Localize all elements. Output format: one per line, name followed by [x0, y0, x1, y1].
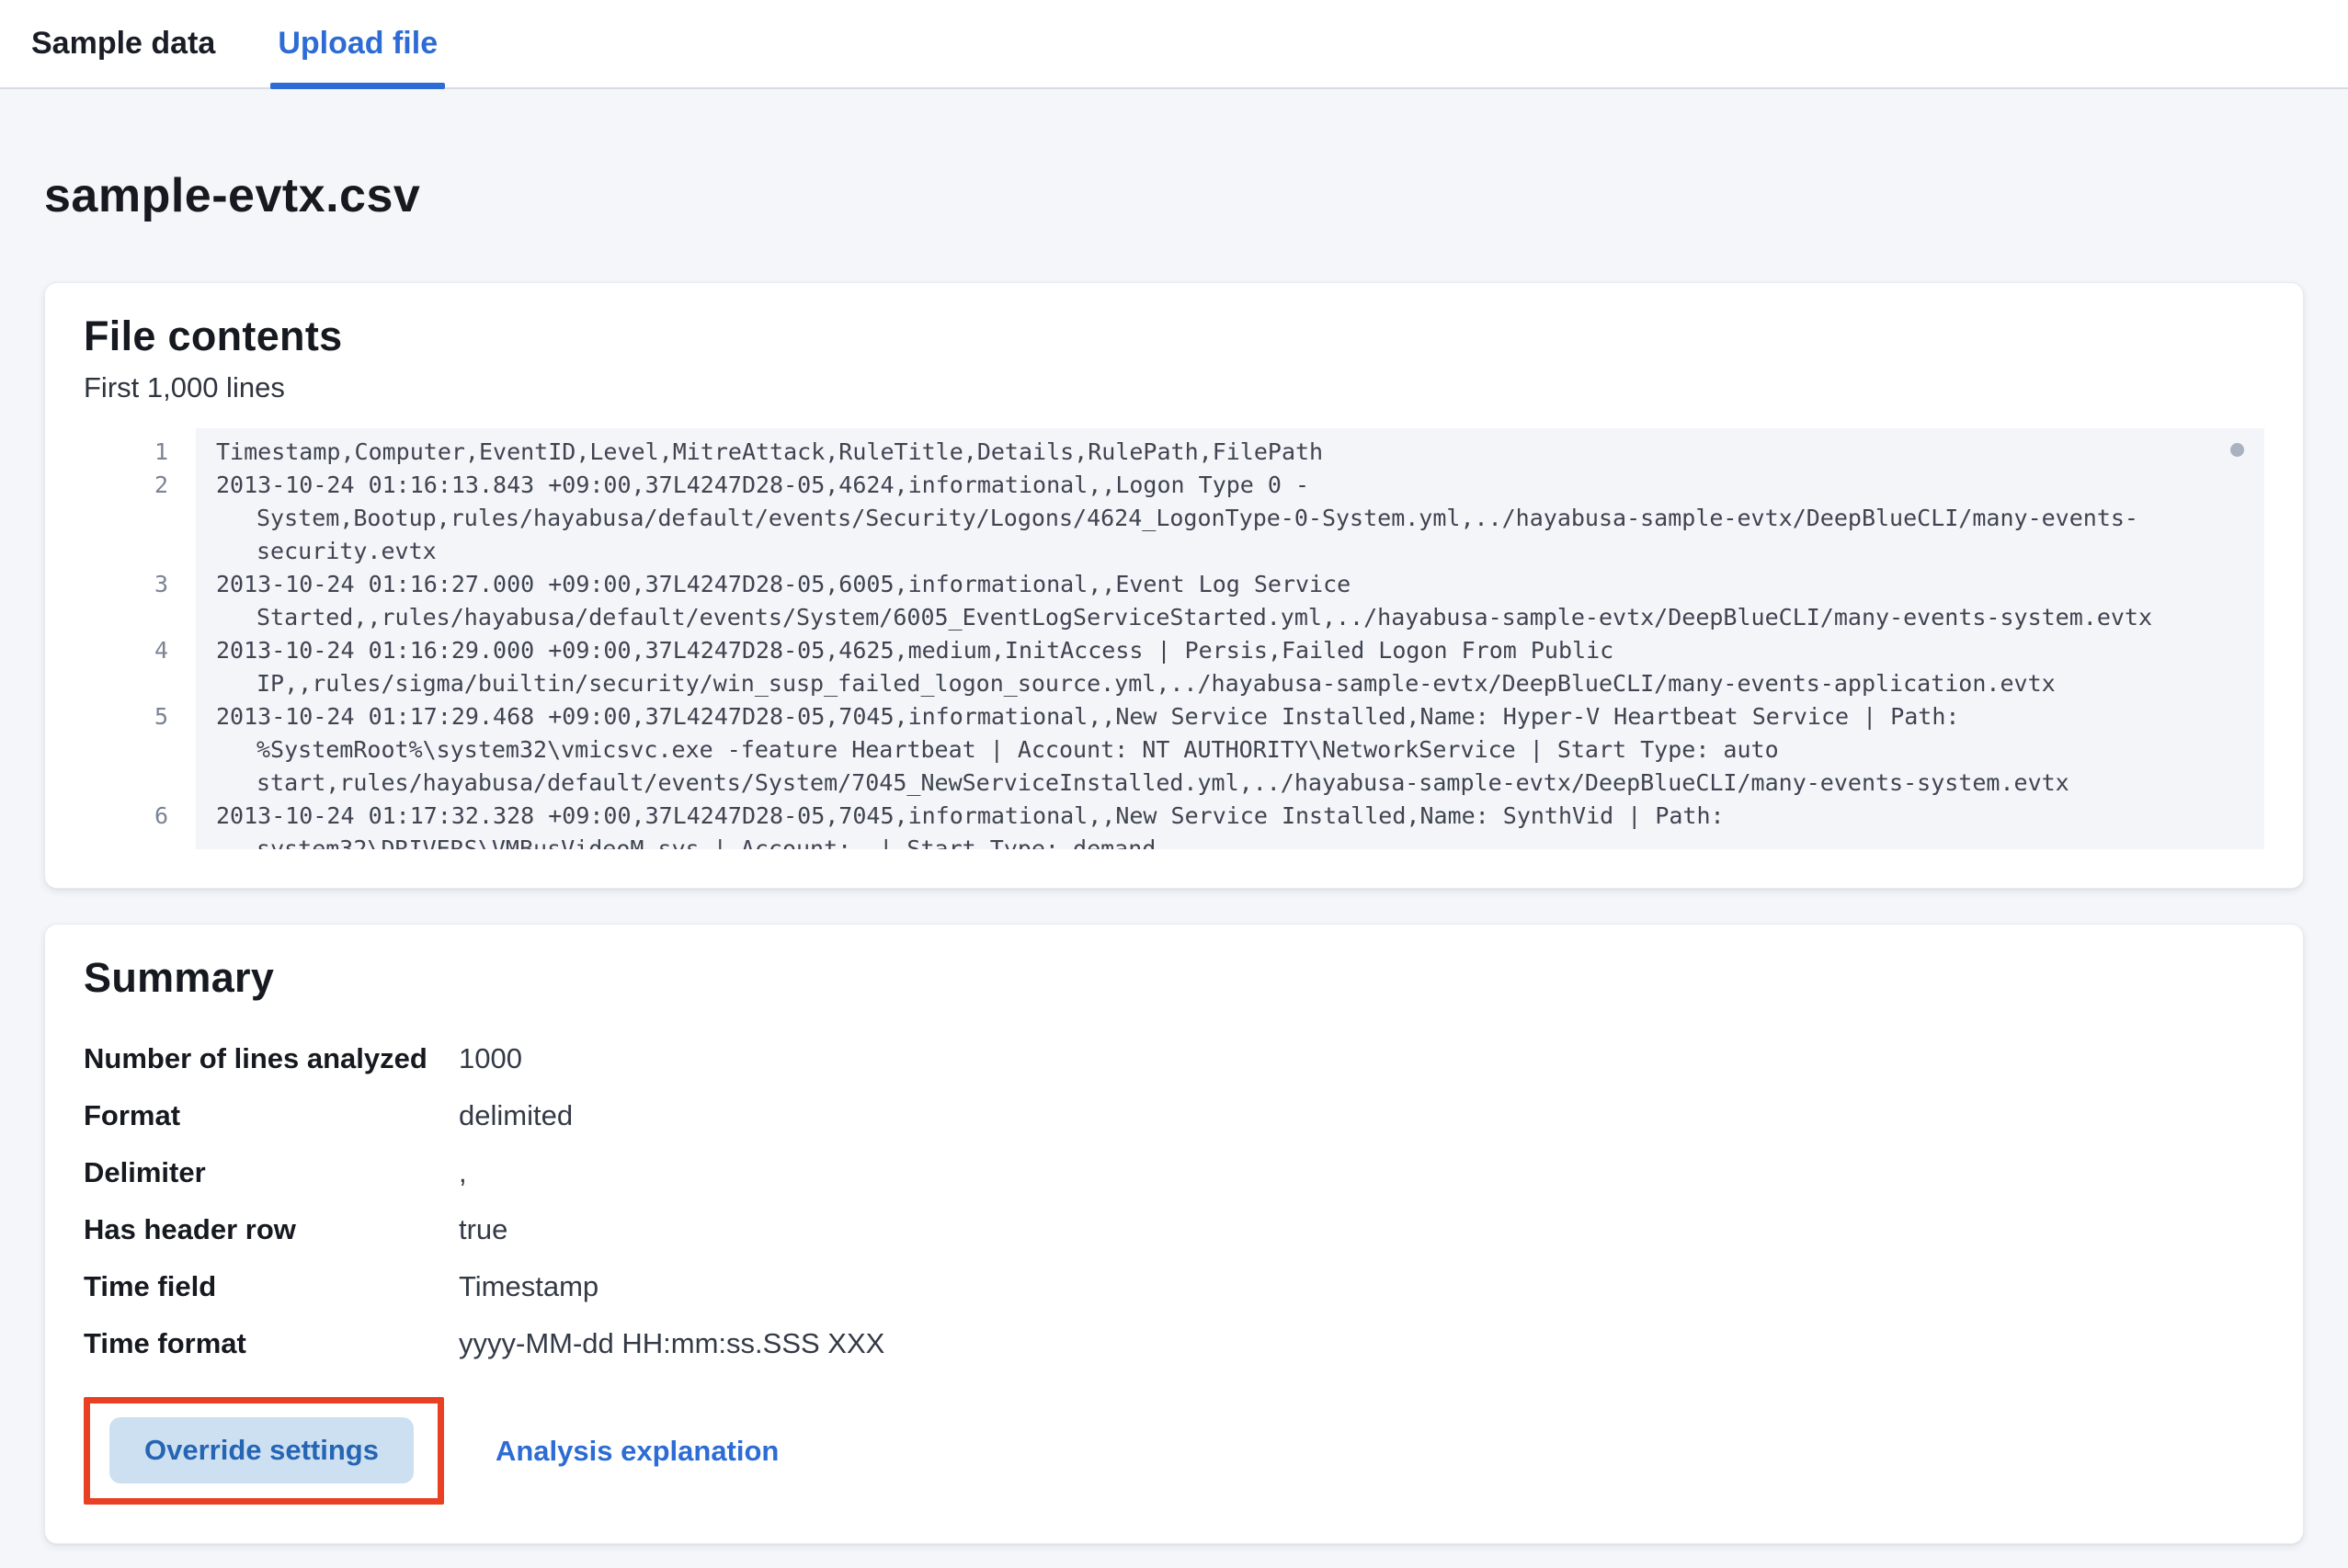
code-line: 6 2013-10-24 01:17:32.328 +09:00,37L4247…: [84, 800, 2264, 849]
page-content: sample-evtx.csv File contents First 1,00…: [0, 168, 2348, 1568]
summary-row-value: ,: [459, 1151, 1555, 1195]
summary-row-label: Number of lines analyzed: [84, 1037, 431, 1081]
tab-sample-data[interactable]: Sample data: [24, 0, 222, 87]
code-line: 1 Timestamp,Computer,EventID,Level,Mitre…: [84, 436, 2264, 469]
annotation-highlight-box: Override settings: [84, 1397, 444, 1505]
summary-panel: Summary Number of lines analyzed 1000 Fo…: [44, 924, 2304, 1544]
code-line-text: 2013-10-24 01:17:29.468 +09:00,37L4247D2…: [196, 700, 2264, 800]
tab-upload-file[interactable]: Upload file: [270, 0, 445, 87]
code-line-text: 2013-10-24 01:16:29.000 +09:00,37L4247D2…: [196, 634, 2264, 700]
summary-row-value: yyyy-MM-dd HH:mm:ss.SSS XXX: [459, 1322, 1555, 1366]
code-line-number: 6: [84, 800, 196, 849]
code-line-number: 2: [84, 469, 196, 568]
code-line-number: 1: [84, 436, 196, 469]
summary-table: Number of lines analyzed 1000 Format del…: [84, 1037, 1555, 1366]
page-title: sample-evtx.csv: [44, 168, 2304, 223]
summary-row-label: Time format: [84, 1322, 431, 1366]
file-preview-code-block[interactable]: 1 Timestamp,Computer,EventID,Level,Mitre…: [84, 428, 2264, 849]
code-line-text: 2013-10-24 01:16:27.000 +09:00,37L4247D2…: [196, 568, 2264, 634]
code-line-number: 5: [84, 700, 196, 800]
override-settings-button[interactable]: Override settings: [109, 1417, 414, 1483]
code-line-text: 2013-10-24 01:17:32.328 +09:00,37L4247D2…: [196, 800, 2264, 849]
summary-row-label: Delimiter: [84, 1151, 431, 1195]
code-line-text: Timestamp,Computer,EventID,Level,MitreAt…: [196, 436, 2264, 469]
summary-heading: Summary: [84, 954, 2264, 1002]
code-line-text: 2013-10-24 01:16:13.843 +09:00,37L4247D2…: [196, 469, 2264, 568]
code-line: 2 2013-10-24 01:16:13.843 +09:00,37L4247…: [84, 469, 2264, 568]
code-line: 4 2013-10-24 01:16:29.000 +09:00,37L4247…: [84, 634, 2264, 700]
summary-actions: Override settings Analysis explanation: [84, 1397, 2264, 1505]
summary-row-value: true: [459, 1208, 1555, 1252]
summary-row-label: Has header row: [84, 1208, 431, 1252]
code-line: 5 2013-10-24 01:17:29.468 +09:00,37L4247…: [84, 700, 2264, 800]
summary-row-value: Timestamp: [459, 1265, 1555, 1309]
code-line-number: 4: [84, 634, 196, 700]
summary-row-label: Format: [84, 1094, 431, 1138]
summary-row-value: 1000: [459, 1037, 1555, 1081]
summary-row-value: delimited: [459, 1094, 1555, 1138]
summary-row-label: Time field: [84, 1265, 431, 1309]
tab-bar: Sample data Upload file: [0, 0, 2348, 89]
file-contents-heading: File contents: [84, 312, 2264, 360]
file-contents-subtitle: First 1,000 lines: [84, 371, 2264, 404]
code-line: 3 2013-10-24 01:16:27.000 +09:00,37L4247…: [84, 568, 2264, 634]
file-contents-panel: File contents First 1,000 lines 1 Timest…: [44, 282, 2304, 889]
code-line-number: 3: [84, 568, 196, 634]
analysis-explanation-link[interactable]: Analysis explanation: [496, 1435, 779, 1468]
scrollbar-thumb[interactable]: [2230, 443, 2244, 457]
